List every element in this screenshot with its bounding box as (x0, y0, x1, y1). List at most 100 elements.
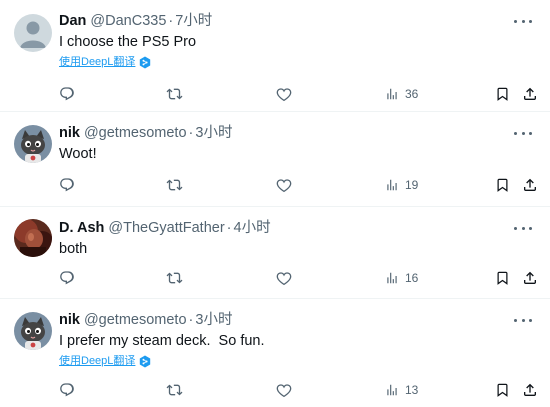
more-icon[interactable] (514, 126, 532, 140)
bookmark-icon (497, 178, 508, 192)
separator: · (168, 13, 174, 29)
user-handle[interactable]: @getmesometo (84, 311, 187, 329)
reply-icon (60, 178, 74, 192)
action-bar: 19 (0, 171, 550, 199)
action-bar: 36 (0, 80, 550, 108)
tweet-text: I choose the PS5 Pro (59, 34, 197, 50)
avatar[interactable] (14, 14, 52, 52)
views-count: 36 (405, 87, 419, 101)
views-icon (387, 272, 397, 284)
reply-icon (60, 271, 74, 285)
timestamp[interactable]: 3小时 (195, 124, 232, 142)
reply-feed: Dan @DanC335 · 7小时 I choose the PS5 Pro … (0, 0, 550, 407)
like-button[interactable] (276, 264, 292, 292)
separator: · (188, 312, 194, 328)
translate-link[interactable]: 使用DeepL翻译 (59, 55, 534, 69)
photo-avatar-icon (14, 219, 52, 257)
retweet-icon (166, 179, 183, 191)
share-icon (524, 271, 536, 284)
bookmark-icon (497, 87, 508, 101)
share-icon (524, 87, 536, 100)
like-button[interactable] (276, 376, 292, 404)
retweet-button[interactable] (166, 376, 183, 404)
separator: · (226, 220, 232, 236)
like-button[interactable] (276, 80, 292, 108)
views-button[interactable]: 13 (385, 376, 418, 404)
display-name[interactable]: D. Ash (59, 219, 104, 237)
tweet-header: Dan @DanC335 · 7小时 (59, 12, 534, 30)
bookmark-icon (497, 383, 508, 397)
avatar[interactable] (14, 219, 52, 257)
translate-label[interactable]: 使用DeepL翻译 (59, 55, 135, 69)
retweet-button[interactable] (166, 80, 183, 108)
deepl-icon (140, 56, 151, 68)
translate-label[interactable]: 使用DeepL翻译 (59, 354, 135, 368)
share-icon (524, 383, 536, 396)
views-count: 19 (405, 178, 419, 192)
tweet-header: nik @getmesometo · 3小时 (59, 311, 534, 329)
views-button[interactable]: 16 (385, 264, 418, 292)
bookmark-button[interactable] (495, 264, 510, 292)
display-name[interactable]: Dan (59, 12, 86, 30)
views-count: 13 (405, 383, 419, 397)
tweet-header: D. Ash @TheGyattFather · 4小时 (59, 219, 534, 237)
reply-button[interactable] (59, 80, 75, 108)
tweet-header: nik @getmesometo · 3小时 (59, 124, 534, 142)
display-name[interactable]: nik (59, 124, 80, 142)
action-bar: 16 (0, 264, 550, 292)
reply-button[interactable] (59, 264, 75, 292)
reply-button[interactable] (59, 376, 75, 404)
default-avatar-icon (14, 14, 52, 52)
reply-icon (60, 383, 74, 397)
retweet-icon (166, 384, 183, 396)
bookmark-button[interactable] (495, 376, 510, 404)
bookmark-button[interactable] (495, 171, 510, 199)
reply-button[interactable] (59, 171, 75, 199)
views-icon (387, 88, 397, 100)
like-button[interactable] (276, 171, 292, 199)
views-button[interactable]: 19 (385, 171, 418, 199)
more-icon[interactable] (514, 313, 532, 327)
tweet-text: both (59, 241, 88, 257)
tweet[interactable]: Dan @DanC335 · 7小时 I choose the PS5 Pro … (0, 0, 550, 112)
avatar[interactable] (14, 312, 52, 350)
retweet-icon (166, 272, 183, 284)
retweet-icon (166, 88, 183, 100)
user-handle[interactable]: @getmesometo (84, 124, 187, 142)
views-icon (387, 179, 397, 191)
like-icon (276, 179, 292, 193)
user-handle[interactable]: @TheGyattFather (108, 219, 224, 237)
retweet-button[interactable] (166, 264, 183, 292)
like-icon (276, 272, 292, 286)
tweet[interactable]: nik @getmesometo · 3小时 Woot! 19 (0, 112, 550, 207)
more-icon[interactable] (514, 221, 532, 235)
tweet-text: Woot! (59, 146, 97, 162)
separator: · (188, 125, 194, 141)
timestamp[interactable]: 7小时 (175, 12, 212, 30)
display-name[interactable]: nik (59, 311, 80, 329)
deepl-icon (140, 355, 151, 367)
tweet-text: I prefer my steam deck. So fun. (59, 333, 265, 349)
translate-link[interactable]: 使用DeepL翻译 (59, 354, 534, 368)
retweet-button[interactable] (166, 171, 183, 199)
more-icon[interactable] (514, 14, 532, 28)
bookmark-button[interactable] (495, 80, 510, 108)
like-icon (276, 88, 292, 102)
share-button[interactable] (522, 376, 538, 404)
share-button[interactable] (522, 264, 538, 292)
bookmark-icon (497, 271, 508, 285)
user-handle[interactable]: @DanC335 (90, 12, 166, 30)
timestamp[interactable]: 3小时 (195, 311, 232, 329)
reply-icon (60, 87, 74, 101)
views-count: 16 (405, 271, 419, 285)
cat-avatar-icon (14, 125, 52, 163)
tweet[interactable]: D. Ash @TheGyattFather · 4小时 both 16 (0, 207, 550, 299)
share-icon (524, 178, 536, 191)
timestamp[interactable]: 4小时 (234, 219, 271, 237)
share-button[interactable] (522, 80, 538, 108)
share-button[interactable] (522, 171, 538, 199)
avatar[interactable] (14, 125, 52, 163)
views-button[interactable]: 36 (385, 80, 418, 108)
cat-avatar-icon (14, 312, 52, 350)
tweet[interactable]: nik @getmesometo · 3小时 I prefer my steam… (0, 299, 550, 407)
